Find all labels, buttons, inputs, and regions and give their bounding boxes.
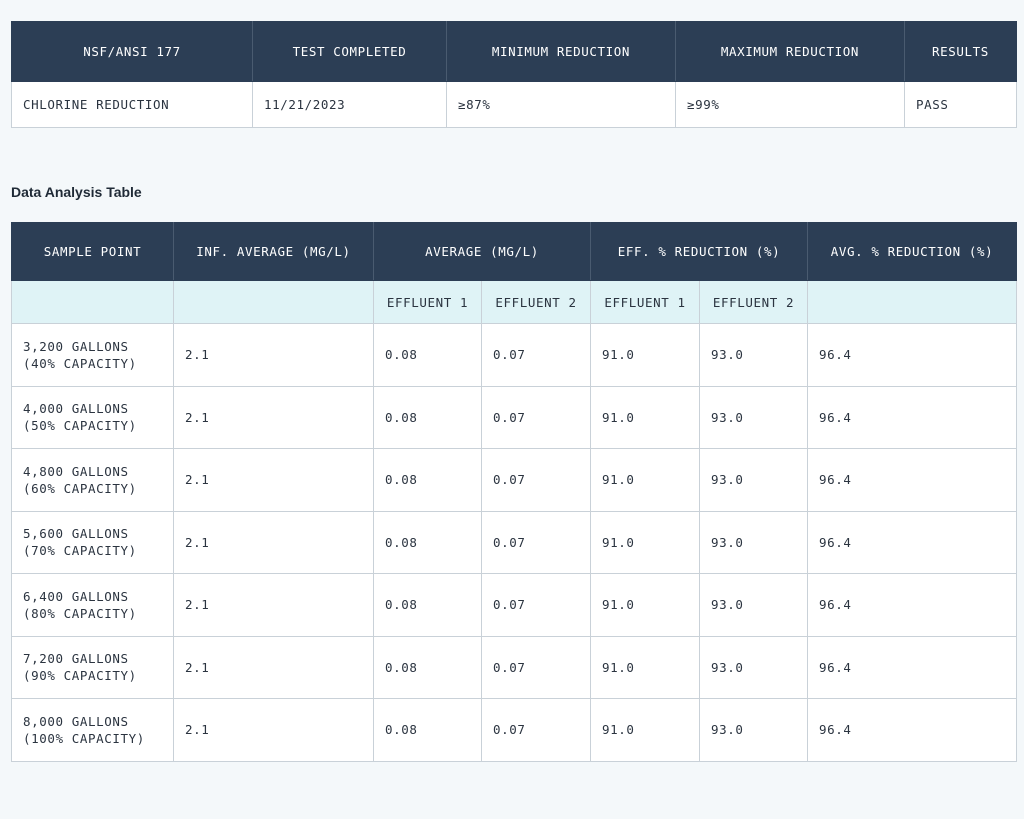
cell-average-effluent-1: 0.08 — [373, 510, 482, 574]
cell-avg-reduction: 96.4 — [807, 635, 1018, 699]
sample-label: 6,400 GALLONS (80% CAPACITY) — [23, 588, 137, 621]
cell-average-effluent-2: 0.07 — [480, 573, 592, 637]
sample-label: 4,000 GALLONS (50% CAPACITY) — [23, 401, 137, 434]
cell-reduction-effluent-1: 91.0 — [590, 510, 701, 574]
cell-average-effluent-1: 0.08 — [373, 323, 482, 387]
table-row: 7,200 GALLONS (90% CAPACITY) 2.1 0.08 0.… — [11, 635, 1018, 699]
subheader-reduction-effluent-1: EFFLUENT 1 — [590, 280, 701, 324]
cell-average-effluent-2: 0.07 — [480, 635, 592, 699]
subheader-blank — [807, 280, 1018, 324]
cell-inf-average: 2.1 — [173, 385, 374, 449]
cell-avg-reduction: 96.4 — [807, 698, 1018, 762]
sample-label: 7,200 GALLONS (90% CAPACITY) — [23, 651, 137, 684]
cell-avg-reduction: 96.4 — [807, 323, 1018, 387]
cell-average-effluent-1: 0.08 — [373, 385, 482, 449]
cell-reduction-effluent-2: 93.0 — [699, 323, 809, 387]
cell-sample-point: 5,600 GALLONS (70% CAPACITY) — [11, 510, 174, 574]
analysis-header-row: SAMPLE POINT INF. AVERAGE (MG/L) AVERAGE… — [11, 222, 1018, 281]
sample-label: 4,800 GALLONS (60% CAPACITY) — [23, 463, 137, 496]
subheader-blank — [11, 280, 174, 324]
subheader-reduction-effluent-2: EFFLUENT 2 — [699, 280, 809, 324]
cell-average-effluent-1: 0.08 — [373, 573, 482, 637]
header-eff-reduction: EFF. % REDUCTION (%) — [590, 222, 809, 281]
header-sample-point: SAMPLE POINT — [11, 222, 174, 281]
subheader-average-effluent-1: EFFLUENT 1 — [373, 280, 482, 324]
cell-sample-point: 4,000 GALLONS (50% CAPACITY) — [11, 385, 174, 449]
cell-inf-average: 2.1 — [173, 573, 374, 637]
cell-test-name: CHLORINE REDUCTION — [11, 81, 253, 128]
header-minimum-reduction: MINIMUM REDUCTION — [446, 21, 676, 82]
header-avg-reduction: AVG. % REDUCTION (%) — [807, 222, 1018, 281]
cell-reduction-effluent-1: 91.0 — [590, 698, 701, 762]
table-row: 4,000 GALLONS (50% CAPACITY) 2.1 0.08 0.… — [11, 385, 1018, 449]
cell-average-effluent-2: 0.07 — [480, 385, 592, 449]
cell-reduction-effluent-1: 91.0 — [590, 323, 701, 387]
cell-sample-point: 4,800 GALLONS (60% CAPACITY) — [11, 448, 174, 512]
cell-avg-reduction: 96.4 — [807, 510, 1018, 574]
cell-average-effluent-1: 0.08 — [373, 448, 482, 512]
table-row: 8,000 GALLONS (100% CAPACITY) 2.1 0.08 0… — [11, 698, 1018, 762]
cell-sample-point: 7,200 GALLONS (90% CAPACITY) — [11, 635, 174, 699]
section-title: Data Analysis Table — [11, 184, 142, 200]
cell-reduction-effluent-2: 93.0 — [699, 510, 809, 574]
cell-avg-reduction: 96.4 — [807, 573, 1018, 637]
summary-header-row: NSF/ANSI 177 TEST COMPLETED MINIMUM REDU… — [11, 21, 1017, 82]
summary-table: NSF/ANSI 177 TEST COMPLETED MINIMUM REDU… — [11, 21, 1017, 128]
header-average: AVERAGE (MG/L) — [372, 222, 592, 281]
cell-avg-reduction: 96.4 — [807, 448, 1018, 512]
cell-inf-average: 2.1 — [173, 510, 374, 574]
cell-test-date: 11/21/2023 — [252, 81, 447, 128]
cell-reduction-effluent-1: 91.0 — [590, 635, 701, 699]
subheader-blank — [173, 280, 374, 324]
cell-average-effluent-2: 0.07 — [480, 698, 592, 762]
cell-average-effluent-1: 0.08 — [373, 635, 482, 699]
sample-label: 5,600 GALLONS (70% CAPACITY) — [23, 526, 137, 559]
cell-reduction-effluent-2: 93.0 — [699, 573, 809, 637]
analysis-subheader-row: EFFLUENT 1 EFFLUENT 2 EFFLUENT 1 EFFLUEN… — [11, 280, 1018, 324]
cell-sample-point: 6,400 GALLONS (80% CAPACITY) — [11, 573, 174, 637]
cell-inf-average: 2.1 — [173, 448, 374, 512]
cell-reduction-effluent-2: 93.0 — [699, 448, 809, 512]
cell-sample-point: 3,200 GALLONS (40% CAPACITY) — [11, 323, 174, 387]
cell-sample-point: 8,000 GALLONS (100% CAPACITY) — [11, 698, 174, 762]
cell-reduction-effluent-2: 93.0 — [699, 698, 809, 762]
table-row: 6,400 GALLONS (80% CAPACITY) 2.1 0.08 0.… — [11, 573, 1018, 637]
table-row: 4,800 GALLONS (60% CAPACITY) 2.1 0.08 0.… — [11, 448, 1018, 512]
summary-data-row: CHLORINE REDUCTION 11/21/2023 ≥87% ≥99% … — [11, 81, 1017, 128]
cell-reduction-effluent-2: 93.0 — [699, 635, 809, 699]
cell-inf-average: 2.1 — [173, 698, 374, 762]
header-standard: NSF/ANSI 177 — [11, 21, 253, 82]
subheader-average-effluent-2: EFFLUENT 2 — [480, 280, 592, 324]
cell-avg-reduction: 96.4 — [807, 385, 1018, 449]
cell-inf-average: 2.1 — [173, 323, 374, 387]
header-inf-average: INF. AVERAGE (MG/L) — [173, 222, 374, 281]
header-maximum-reduction: MAXIMUM REDUCTION — [675, 21, 905, 82]
table-row: 5,600 GALLONS (70% CAPACITY) 2.1 0.08 0.… — [11, 510, 1018, 574]
cell-reduction-effluent-1: 91.0 — [590, 573, 701, 637]
cell-inf-average: 2.1 — [173, 635, 374, 699]
cell-average-effluent-2: 0.07 — [480, 448, 592, 512]
analysis-table: SAMPLE POINT INF. AVERAGE (MG/L) AVERAGE… — [11, 222, 1018, 762]
cell-result: PASS — [904, 81, 1017, 128]
header-results: RESULTS — [904, 21, 1017, 82]
cell-average-effluent-1: 0.08 — [373, 698, 482, 762]
table-row: 3,200 GALLONS (40% CAPACITY) 2.1 0.08 0.… — [11, 323, 1018, 387]
cell-reduction-effluent-1: 91.0 — [590, 385, 701, 449]
cell-average-effluent-2: 0.07 — [480, 510, 592, 574]
cell-max-reduction: ≥99% — [675, 81, 905, 128]
sample-label: 3,200 GALLONS (40% CAPACITY) — [23, 338, 137, 371]
cell-average-effluent-2: 0.07 — [480, 323, 592, 387]
cell-reduction-effluent-2: 93.0 — [699, 385, 809, 449]
cell-reduction-effluent-1: 91.0 — [590, 448, 701, 512]
header-test-completed: TEST COMPLETED — [252, 21, 447, 82]
sample-label: 8,000 GALLONS (100% CAPACITY) — [23, 713, 145, 746]
cell-min-reduction: ≥87% — [446, 81, 676, 128]
